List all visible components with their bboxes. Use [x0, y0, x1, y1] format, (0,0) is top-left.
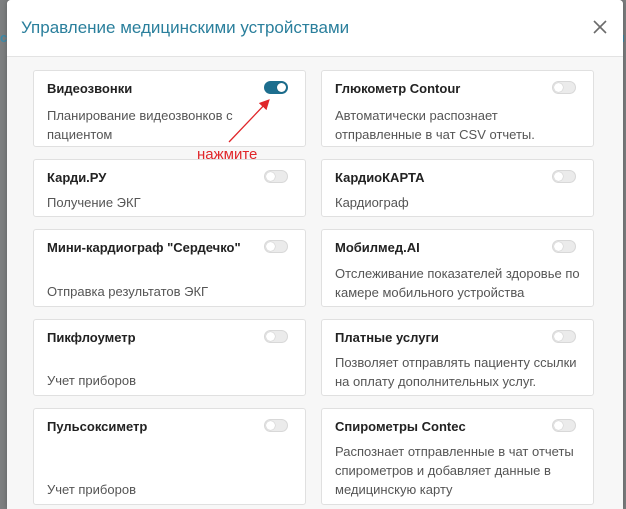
- annotation-arrow-icon: [228, 99, 270, 143]
- annotation-label: нажмите: [197, 146, 258, 163]
